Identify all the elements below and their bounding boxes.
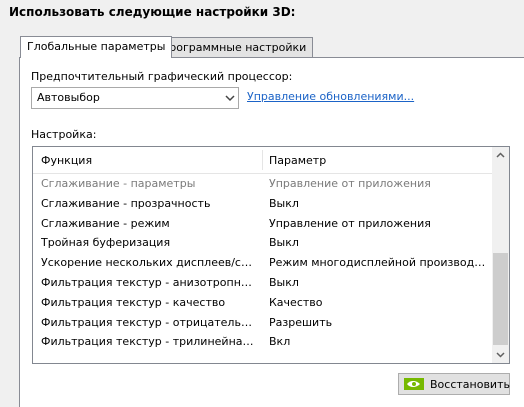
tab-global-settings[interactable]: Глобальные параметры <box>20 36 173 58</box>
chevron-down-icon <box>225 95 235 102</box>
setting-value[interactable]: Режим многодисплейной производител... <box>269 256 487 269</box>
gpu-label: Предпочтительный графический процессор: <box>31 70 293 83</box>
table-row[interactable]: Фильтрация текстур - качество Качество <box>33 293 493 313</box>
vertical-scrollbar[interactable] <box>492 147 509 363</box>
setting-value[interactable]: Управление от приложения <box>269 177 487 190</box>
table-row[interactable]: Сглаживание - параметры Управление от при… <box>33 174 493 194</box>
column-header-parameter[interactable]: Параметр <box>269 154 326 167</box>
settings-label: Настройка: <box>31 128 97 141</box>
setting-function: Сглаживание - прозрачность <box>41 196 211 210</box>
scroll-down-icon[interactable] <box>492 346 509 363</box>
setting-function: Сглаживание - параметры <box>41 177 196 190</box>
setting-function: Фильтрация текстур - качество <box>41 295 226 309</box>
column-divider[interactable] <box>262 150 263 170</box>
column-header-function[interactable]: Функция <box>41 154 92 167</box>
grid-header: Функция Параметр <box>33 147 493 174</box>
table-row[interactable]: Фильтрация текстур - отрицательное о... Р… <box>33 313 493 333</box>
tab-program-settings[interactable]: Программные настройки <box>154 37 314 57</box>
setting-value[interactable]: Качество <box>269 296 487 309</box>
setting-function: Тройная буферизация <box>41 236 171 250</box>
table-row[interactable]: Фильтрация текстур - анизотропная оп... В… <box>33 273 493 293</box>
setting-function: Фильтрация текстур - анизотропная оп... <box>41 275 257 289</box>
grid-rows: Сглаживание - параметры Управление от при… <box>33 174 493 352</box>
settings-grid: Функция Параметр Сглаживание - параметры… <box>32 146 510 364</box>
setting-function: Сглаживание - режим <box>41 216 170 230</box>
setting-value[interactable]: Разрешить <box>269 316 487 329</box>
setting-value[interactable]: Управление от приложения <box>269 217 487 230</box>
manage-updates-link[interactable]: Управление обновлениями... <box>247 90 414 103</box>
table-row[interactable]: Ускорение нескольких дисплеев/смеша... Ре… <box>33 253 493 273</box>
setting-value[interactable]: Выкл <box>269 276 487 289</box>
setting-function: Фильтрация текстур - трилинейная опт... <box>41 335 257 349</box>
scrollbar-thumb[interactable] <box>493 253 508 345</box>
setting-function: Фильтрация текстур - отрицательное о... <box>41 315 257 329</box>
setting-value[interactable]: Выкл <box>269 197 487 210</box>
gpu-select[interactable]: Автовыбор <box>31 87 239 109</box>
scroll-up-icon[interactable] <box>492 147 509 164</box>
gpu-select-value: Автовыбор <box>37 91 100 104</box>
table-row[interactable]: Тройная буферизация Выкл <box>33 233 493 253</box>
setting-value[interactable]: Выкл <box>269 236 487 249</box>
nvidia-logo-icon <box>404 378 424 390</box>
table-row[interactable]: Фильтрация текстур - трилинейная опт... В… <box>33 332 493 352</box>
setting-function: Ускорение нескольких дисплеев/смеша... <box>41 256 257 270</box>
table-row[interactable]: Сглаживание - режим Управление от приложе… <box>33 214 493 234</box>
table-row[interactable]: Сглаживание - прозрачность Выкл <box>33 194 493 214</box>
restore-label: Восстановить <box>430 378 510 391</box>
setting-value[interactable]: Вкл <box>269 335 487 348</box>
restore-button[interactable]: Восстановить <box>398 373 510 395</box>
page-heading: Использовать следующие настройки 3D: <box>9 5 296 19</box>
